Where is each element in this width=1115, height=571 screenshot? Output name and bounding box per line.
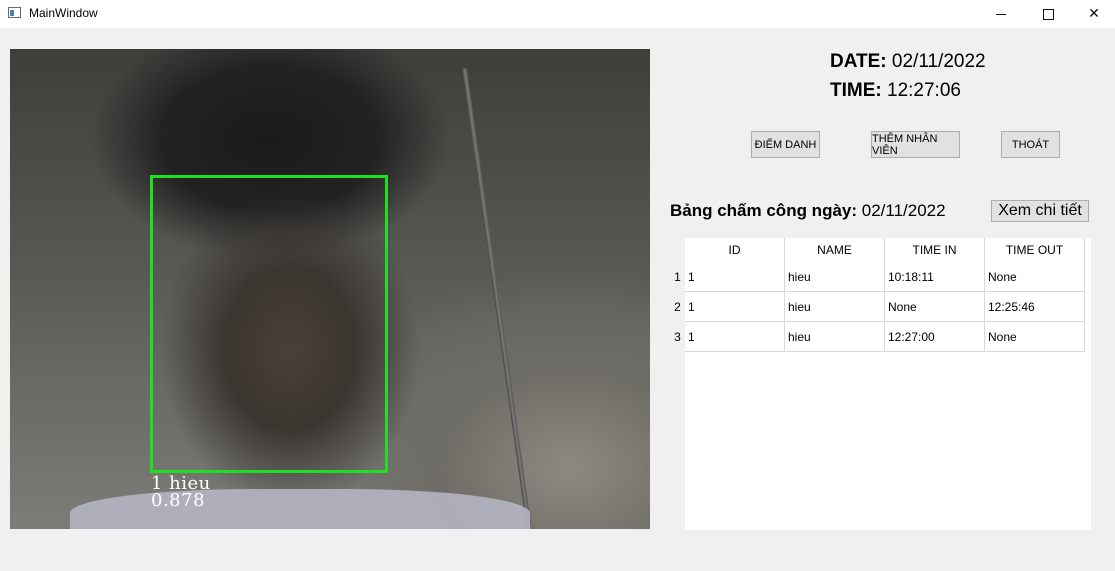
- time-value: 12:27:06: [887, 80, 961, 101]
- recognition-score: 0.878: [151, 490, 206, 511]
- table-title: Bảng chấm công ngày: 02/11/2022: [670, 201, 946, 221]
- cell-id[interactable]: 1: [685, 292, 785, 322]
- attendance-button[interactable]: ĐIỂM DANH: [751, 131, 820, 158]
- window-title: MainWindow: [29, 6, 98, 20]
- face-recognition-label: 1 hieu 0.878: [151, 475, 211, 511]
- date-display: DATE: 02/11/2022: [830, 51, 986, 73]
- column-header-time-out[interactable]: TIME OUT: [985, 238, 1085, 262]
- camera-subject-shirt: [70, 489, 530, 529]
- cell-time-in[interactable]: 10:18:11: [885, 262, 985, 292]
- close-button[interactable]: ✕: [1071, 0, 1115, 28]
- table-title-label: Bảng chấm công ngày:: [670, 201, 858, 220]
- date-value: 02/11/2022: [891, 51, 986, 72]
- title-bar: MainWindow ✕: [0, 0, 1115, 28]
- cell-name[interactable]: hieu: [785, 262, 885, 292]
- face-detection-box: [150, 175, 388, 473]
- table-corner[interactable]: [670, 238, 685, 262]
- cell-time-in[interactable]: None: [885, 292, 985, 322]
- time-label: TIME:: [830, 80, 882, 101]
- attendance-table[interactable]: ID NAME TIME IN TIME OUT 1 1 hieu 10:18:…: [670, 238, 1091, 530]
- close-icon: ✕: [1088, 6, 1100, 22]
- date-label: DATE:: [830, 51, 887, 72]
- column-header-name[interactable]: NAME: [785, 238, 885, 262]
- app-window-icon: [8, 7, 21, 18]
- row-header[interactable]: 1: [670, 262, 685, 292]
- cell-time-out[interactable]: None: [985, 262, 1085, 292]
- column-header-id[interactable]: ID: [685, 238, 785, 262]
- row-header[interactable]: 2: [670, 292, 685, 322]
- add-employee-button[interactable]: THÊM NHÂN VIÊN: [871, 131, 960, 158]
- cell-id[interactable]: 1: [685, 262, 785, 292]
- minimize-icon: [996, 13, 1006, 15]
- cell-time-in[interactable]: 12:27:00: [885, 322, 985, 352]
- row-header[interactable]: 3: [670, 322, 685, 352]
- maximize-button[interactable]: [1025, 0, 1071, 28]
- cell-name[interactable]: hieu: [785, 322, 885, 352]
- cell-time-out[interactable]: 12:25:46: [985, 292, 1085, 322]
- table-title-date: 02/11/2022: [861, 201, 946, 220]
- cell-time-out[interactable]: None: [985, 322, 1085, 352]
- cell-id[interactable]: 1: [685, 322, 785, 352]
- time-display: TIME: 12:27:06: [830, 80, 961, 102]
- minimize-button[interactable]: [978, 0, 1024, 28]
- view-details-button[interactable]: Xem chi tiết: [991, 200, 1089, 222]
- camera-background-pole: [462, 68, 531, 525]
- camera-feed: 1 hieu 0.878: [10, 49, 650, 529]
- exit-button[interactable]: THOÁT: [1001, 131, 1060, 158]
- maximize-icon: [1042, 8, 1054, 20]
- cell-name[interactable]: hieu: [785, 292, 885, 322]
- column-header-time-in[interactable]: TIME IN: [885, 238, 985, 262]
